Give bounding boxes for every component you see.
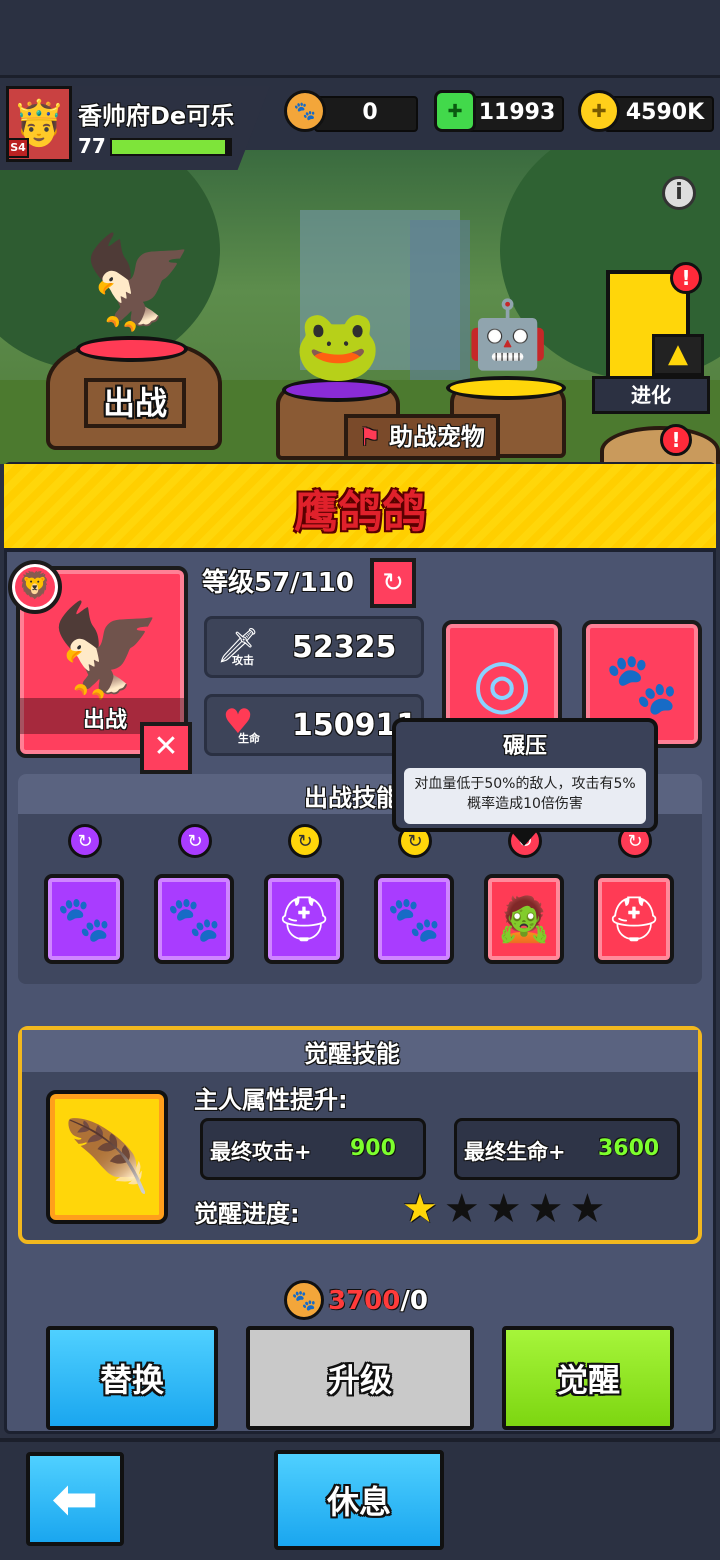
eagle-pet-sprite[interactable]: 🦅 <box>68 228 208 338</box>
skill-dot-3: ↻ <box>288 824 322 858</box>
evolve-arrow-icon: ▲ <box>652 334 704 376</box>
paw-coin-icon: 🐾 <box>284 90 326 132</box>
feather-icon[interactable]: 🪶 <box>46 1090 168 1224</box>
back-arrow-icon: ⬅ <box>51 1466 99 1532</box>
star-empty-icon: ★ <box>485 1186 522 1232</box>
upgrade-button[interactable]: 升级 <box>246 1326 474 1430</box>
flag-icon: ⚑ <box>359 423 381 451</box>
skill-tile-paw-up[interactable]: 🐾 <box>44 874 124 964</box>
gold-value: 4590K <box>625 100 705 125</box>
info-icon[interactable]: i <box>662 176 696 210</box>
frog-pet-sprite[interactable]: 🐸 <box>290 300 386 390</box>
unequip-icon[interactable]: ✕ <box>140 722 192 774</box>
assist-pets-label: 助战宠物 <box>388 423 485 451</box>
top-status-bar <box>0 0 720 78</box>
skill-tooltip: 碾压 对血量低于50%的敌人，攻击有5%概率造成10倍伤害 <box>392 718 658 832</box>
pet-type-icon: 🦁 <box>8 560 62 614</box>
player-level: 77 <box>78 134 106 158</box>
awaken-stars: ★ ★ ★ ★ ★ <box>402 1184 624 1234</box>
paw-icon: 🐾 <box>56 894 112 945</box>
paw-coin-value: 0 <box>362 100 378 125</box>
helmet-bullet-icon: ⛑ <box>606 894 662 945</box>
cost-separator: / <box>400 1286 410 1316</box>
player-hud: 🤴 S4 香帅府De可乐 77 🐾 0 ✚ 11993 ✚ 4590K <box>0 78 720 170</box>
skill-dot-1: ↻ <box>68 824 102 858</box>
awaken-progress-label: 觉醒进度: <box>194 1200 300 1228</box>
pet-scene: 🦅 出战 🐸 🤖 ⚑ 助战宠物 i ▲ ! 进化 ! <box>0 150 720 464</box>
battle-skills-title: 出战技能 <box>304 784 400 812</box>
star-empty-icon: ★ <box>569 1186 606 1232</box>
tooltip-desc: 对血量低于50%的敌人，攻击有5%概率造成10倍伤害 <box>404 768 646 824</box>
paw-percent-icon: 🐾 <box>166 894 222 945</box>
gem-icon: ✚ <box>434 90 476 132</box>
star-empty-icon: ★ <box>527 1186 564 1232</box>
battle-sign[interactable]: 出战 <box>84 378 186 428</box>
final-hp-label: 最终生命+ <box>464 1140 566 1164</box>
gold-icon: ✚ <box>578 90 620 132</box>
skill-tile-crush[interactable]: 🧟 <box>484 874 564 964</box>
evolve-button[interactable]: 进化 <box>592 376 710 414</box>
rest-button[interactable]: 休息 <box>274 1450 444 1550</box>
alert-icon: ! <box>660 424 692 456</box>
replace-button[interactable]: 替换 <box>46 1326 218 1430</box>
eagle-portrait: 🦅 <box>50 598 163 703</box>
paw-bullet-icon: 🐾 <box>386 894 442 945</box>
rank-badge: S4 <box>7 138 29 158</box>
robot-pet-sprite[interactable]: 🤖 <box>466 280 550 390</box>
alert-icon: ! <box>670 262 702 294</box>
assist-pets-sign[interactable]: ⚑ 助战宠物 <box>344 414 500 460</box>
skill-tile-helmet-bullet[interactable]: ⛑ <box>594 874 674 964</box>
attack-tag: 攻击 <box>232 654 254 667</box>
paw-coin-icon: 🐾 <box>284 1280 324 1320</box>
hp-tag: 生命 <box>238 732 260 745</box>
player-name: 香帅府De可乐 <box>78 102 235 130</box>
swap-level-icon[interactable]: ↻ <box>370 558 416 608</box>
upgrade-cost: 3700/0 <box>328 1286 428 1316</box>
awaken-button[interactable]: 觉醒 <box>502 1326 674 1430</box>
final-attack-label: 最终攻击+ <box>210 1140 312 1164</box>
final-attack-value: 900 <box>350 1136 396 1161</box>
xp-bar <box>110 138 232 156</box>
skill-tile-helmet-up[interactable]: ⛑ <box>264 874 344 964</box>
skill-tile-paw-percent[interactable]: 🐾 <box>154 874 234 964</box>
star-filled-icon: ★ <box>402 1186 438 1232</box>
cost-owned: 0 <box>409 1286 428 1316</box>
pet-level: 等级57/110 <box>202 568 354 598</box>
star-empty-icon: ★ <box>443 1186 480 1232</box>
pet-name-title: 鹰鸽鸽 <box>294 487 426 538</box>
skill-dot-2: ↻ <box>178 824 212 858</box>
zombie-icon: 🧟 <box>496 894 552 945</box>
skill-tile-paw-bullet[interactable]: 🐾 <box>374 874 454 964</box>
helmet-icon: ⛑ <box>276 894 332 945</box>
owner-boost-label: 主人属性提升: <box>194 1086 348 1114</box>
awaken-title: 觉醒技能 <box>304 1040 400 1068</box>
cost-required: 3700 <box>328 1286 401 1316</box>
tooltip-pointer <box>508 828 540 846</box>
attack-value: 52325 <box>292 630 397 665</box>
final-hp-value: 3600 <box>598 1136 660 1161</box>
gem-value: 11993 <box>478 100 556 125</box>
tooltip-title: 碾压 <box>502 734 547 759</box>
xp-fill <box>112 140 226 154</box>
back-button[interactable]: ⬅ <box>26 1452 124 1546</box>
battle-ring <box>76 336 188 362</box>
